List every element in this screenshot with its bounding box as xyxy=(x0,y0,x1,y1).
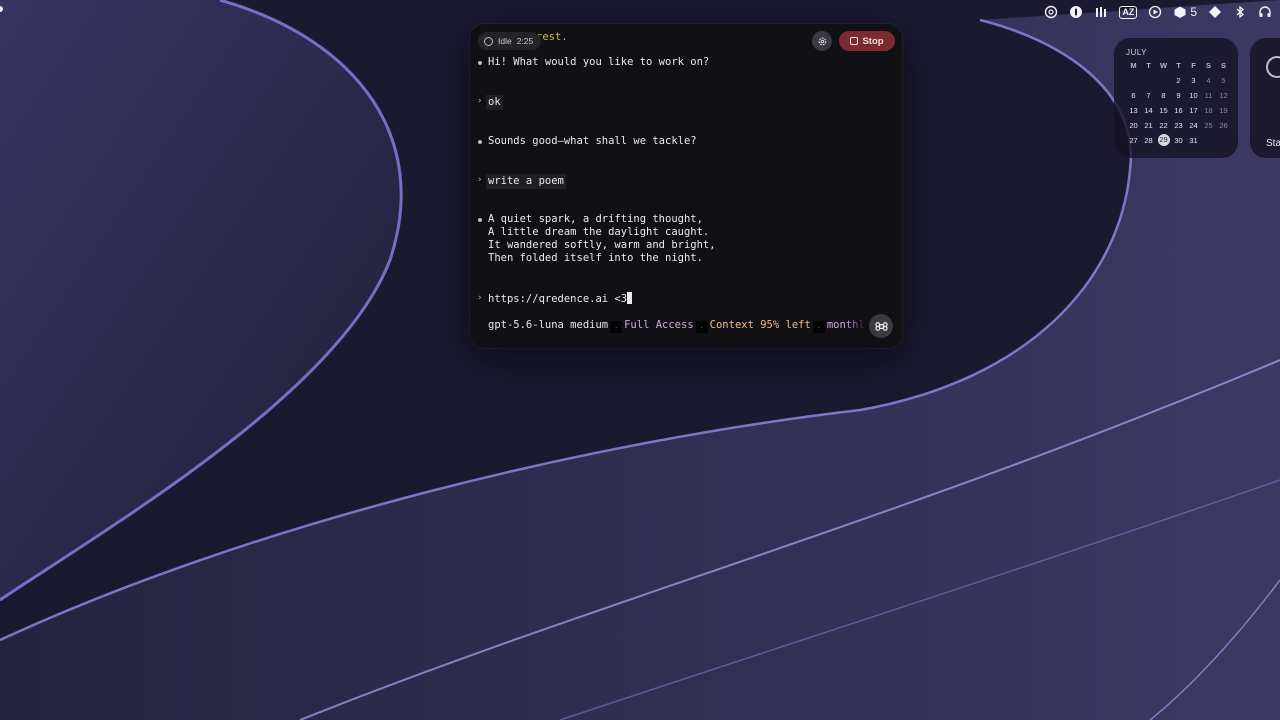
calendar-day xyxy=(1216,135,1231,146)
menu-bar: AZ 5 xyxy=(1000,0,1280,24)
assistant-message: Hi! What would you like to work on? xyxy=(488,56,710,68)
weekday-label: S xyxy=(1220,61,1226,70)
calendar-day: 19 xyxy=(1219,106,1228,115)
calendar-day: 30 xyxy=(1174,136,1183,145)
package-count: 5 xyxy=(1190,5,1197,19)
model-label: gpt-5.6-luna medium xyxy=(488,319,609,331)
status-fade xyxy=(846,317,866,335)
calendar-day: 6 xyxy=(1131,91,1136,100)
weekday-label: T xyxy=(1146,61,1151,70)
command-button[interactable] xyxy=(869,314,893,338)
idle-time: 2:25 xyxy=(516,36,534,46)
calendar-day: 13 xyxy=(1129,106,1138,115)
calendar-day: 23 xyxy=(1174,121,1183,130)
bars-icon[interactable] xyxy=(1094,3,1108,21)
calendar-day: 25 xyxy=(1204,121,1213,130)
play-icon[interactable] xyxy=(1148,3,1162,21)
calendar-today: 29 xyxy=(1157,134,1170,146)
diamond-icon[interactable] xyxy=(1208,3,1222,21)
gear-icon xyxy=(818,37,826,45)
user-message: ok xyxy=(486,95,503,110)
calendar-day: 15 xyxy=(1159,106,1168,115)
calendar-month: JULY xyxy=(1126,48,1147,57)
separator-icon: · xyxy=(812,321,825,333)
calendar-widget[interactable]: JULY M T W T F S S 2 3 4 5 6 7 8 9 10 11… xyxy=(1114,38,1238,158)
progress-ring-icon xyxy=(1266,56,1280,78)
idle-label: Idle xyxy=(498,36,512,46)
chatgpt-icon[interactable] xyxy=(1044,3,1058,21)
calendar-grid: M T W T F S S 2 3 4 5 6 7 8 9 10 11 12 1… xyxy=(1126,60,1230,146)
chat-input[interactable]: https://qredence.ai <3 xyxy=(488,292,633,306)
chat-terminal-window[interactable]: rest. Idle 2:25 Stop Hi! What would you … xyxy=(470,24,902,348)
calendar-day: 8 xyxy=(1161,91,1166,100)
stop-label: Stop xyxy=(862,35,884,47)
poem-line: A little dream the daylight caught. xyxy=(488,226,710,238)
weekday-label: T xyxy=(1176,61,1181,70)
calendar-day: 18 xyxy=(1204,106,1213,115)
headphones-icon[interactable] xyxy=(1258,3,1272,21)
calendar-day: 2 xyxy=(1176,76,1181,85)
bluetooth-icon[interactable] xyxy=(1233,3,1247,21)
access-label: Full Access xyxy=(624,319,694,331)
status-bar: gpt-5.6-luna medium · Full Access · Context … xyxy=(488,319,880,333)
calendar-day xyxy=(1156,75,1171,86)
az-icon[interactable]: AZ xyxy=(1119,3,1138,21)
chat-input-value: https://qredence.ai <3 xyxy=(488,293,628,305)
assistant-bullet-icon xyxy=(478,218,482,222)
calendar-day xyxy=(1201,135,1216,146)
secondary-widget-label: Sta xyxy=(1266,138,1280,149)
weekday-label: M xyxy=(1130,61,1137,70)
calendar-day: 27 xyxy=(1129,136,1138,145)
separator-icon: · xyxy=(695,321,708,333)
calendar-day: 22 xyxy=(1159,121,1168,130)
onepassword-icon[interactable] xyxy=(1069,3,1083,21)
calendar-day: 16 xyxy=(1174,106,1183,115)
idle-circle-icon xyxy=(484,36,493,46)
calendar-day: 11 xyxy=(1204,91,1213,100)
stop-square-icon xyxy=(850,37,859,45)
poem-line: It wandered softly, warm and bright, xyxy=(488,239,716,251)
calendar-day: 17 xyxy=(1189,106,1198,115)
separator-icon: · xyxy=(610,321,623,333)
settings-button[interactable] xyxy=(812,31,832,51)
idle-status-pill: Idle 2:25 xyxy=(478,32,542,50)
calendar-day: 4 xyxy=(1206,76,1211,85)
context-label: Context 95% left xyxy=(709,319,811,331)
assistant-bullet-icon xyxy=(478,61,482,65)
poem-line: A quiet spark, a drifting thought, xyxy=(488,213,703,225)
assistant-message: Sounds good—what shall we tackle? xyxy=(488,135,697,147)
calendar-day: 14 xyxy=(1144,106,1153,115)
calendar-day: 20 xyxy=(1129,121,1138,130)
text-cursor xyxy=(627,292,633,304)
calendar-day: 31 xyxy=(1189,136,1198,145)
weekday-label: S xyxy=(1205,61,1211,70)
terminal-header: rest. Idle 2:25 Stop xyxy=(470,24,902,58)
weekday-label: W xyxy=(1159,61,1168,70)
calendar-day: 26 xyxy=(1219,121,1228,130)
calendar-day: 7 xyxy=(1146,91,1151,100)
assistant-bullet-icon xyxy=(478,140,482,144)
poem-line: Then folded itself into the night. xyxy=(488,252,703,264)
calendar-day: 10 xyxy=(1189,91,1198,100)
calendar-day: 9 xyxy=(1176,91,1181,100)
calendar-day: 3 xyxy=(1191,76,1196,85)
calendar-day: 21 xyxy=(1144,121,1153,130)
weekday-label: F xyxy=(1191,61,1196,70)
calendar-day: 12 xyxy=(1219,91,1228,100)
calendar-day: 5 xyxy=(1221,76,1226,85)
user-message: write a poem xyxy=(486,174,566,189)
calendar-day xyxy=(1141,75,1156,86)
command-key-icon xyxy=(874,321,888,331)
input-prompt-chevron-icon: › xyxy=(477,293,483,303)
calendar-day: 24 xyxy=(1189,121,1198,130)
user-prompt-chevron-icon: › xyxy=(477,175,483,185)
user-prompt-chevron-icon: › xyxy=(477,96,483,106)
package-icon[interactable]: 5 xyxy=(1173,3,1197,21)
calendar-day: 28 xyxy=(1144,136,1153,145)
secondary-widget[interactable]: Sta xyxy=(1250,38,1280,158)
stop-button[interactable]: Stop xyxy=(839,31,895,51)
calendar-day xyxy=(1126,75,1141,86)
